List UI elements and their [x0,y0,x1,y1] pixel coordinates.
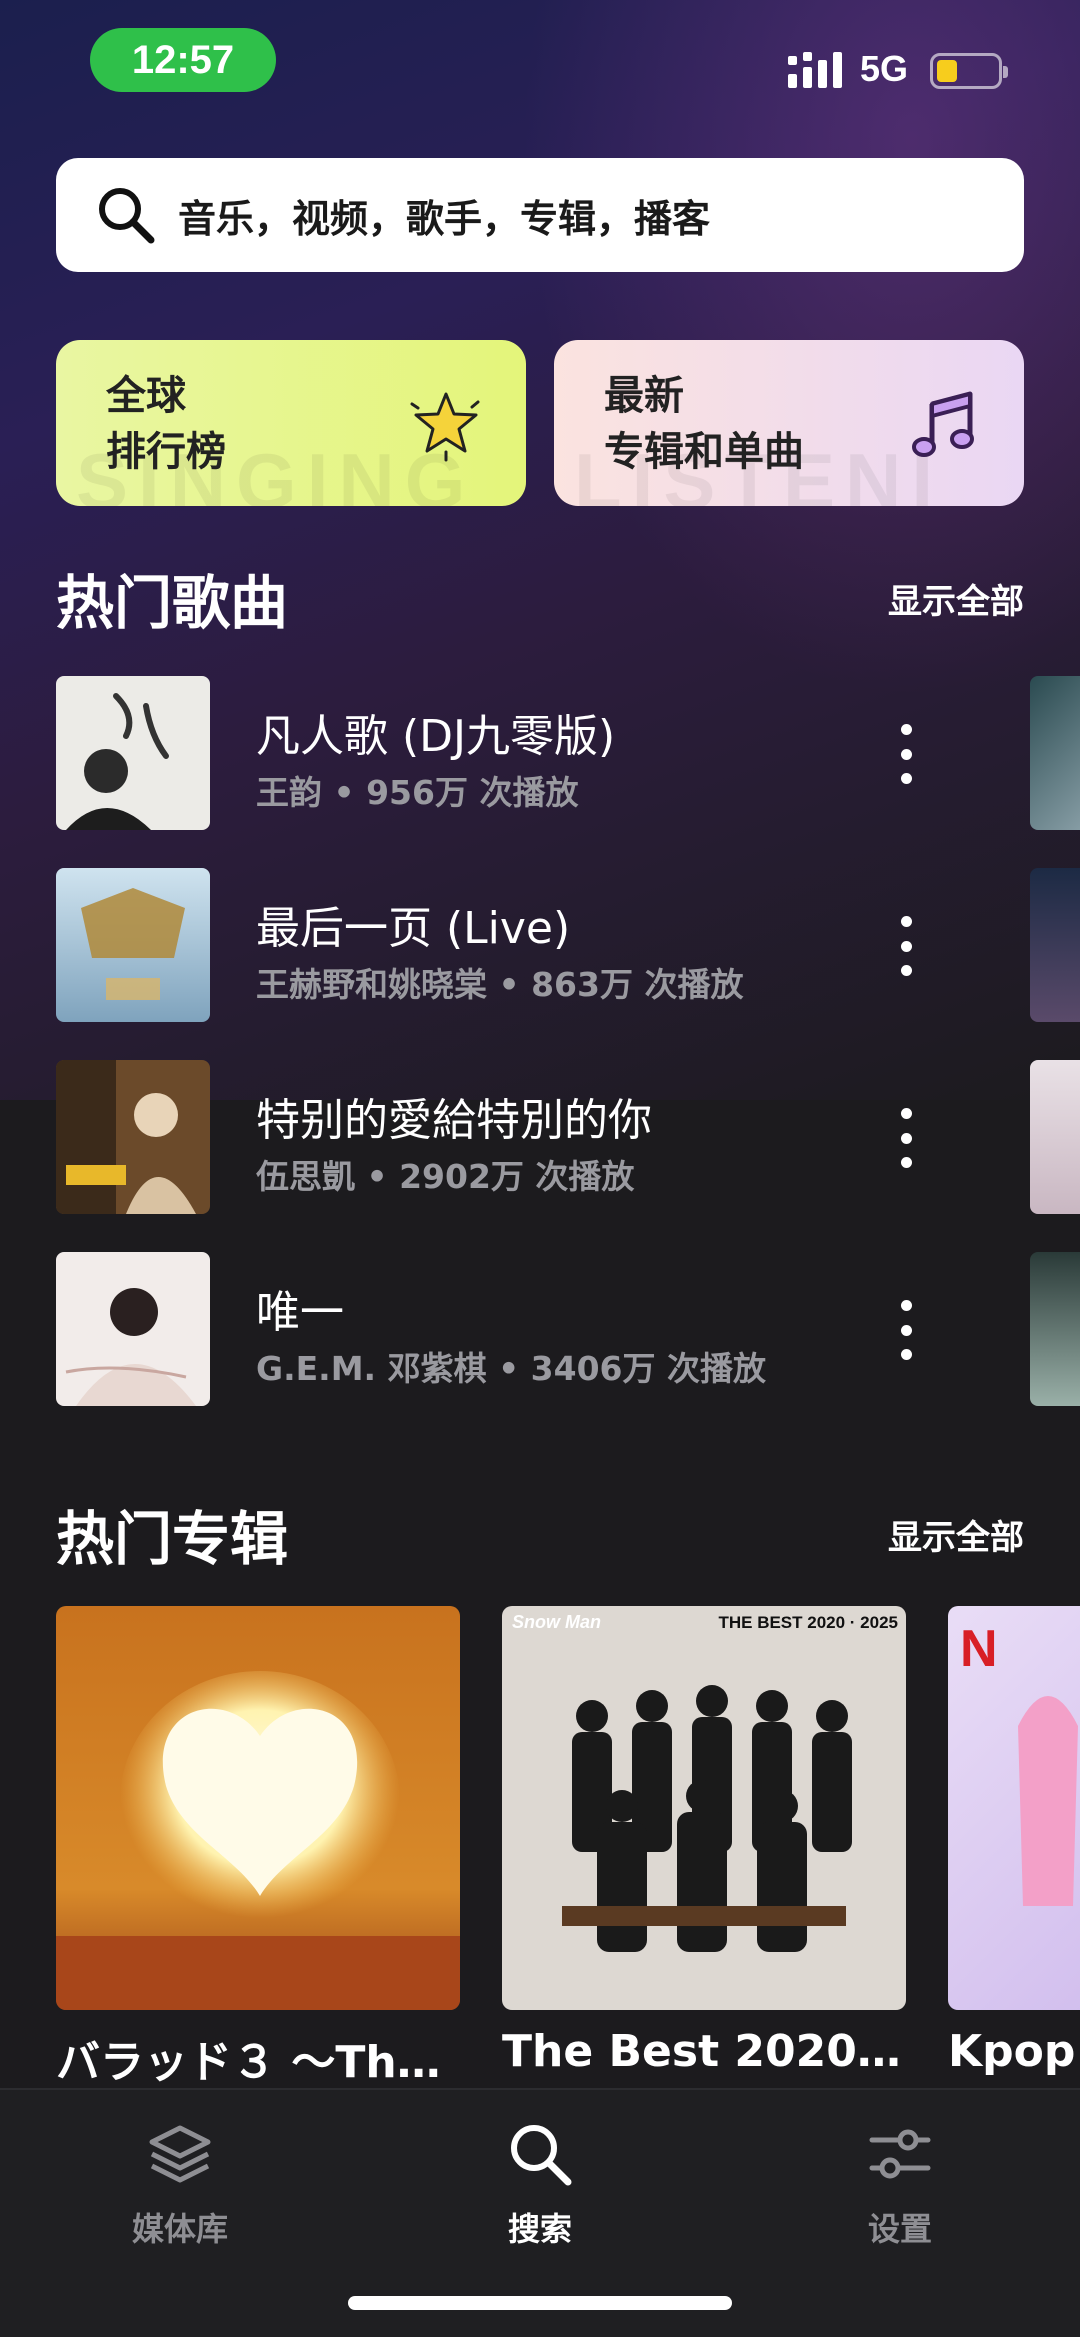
hot-songs-show-all-button[interactable]: 显示全部 [888,574,1024,623]
song-cover [56,868,210,1022]
song-row[interactable]: 唯一 G.E.M. 邓紫棋 • 3406万 次播放 [56,1252,1080,1408]
search-icon [99,188,155,244]
card-title-line1: 全球 [106,373,186,419]
home-indicator[interactable] [348,2296,732,2310]
album-cover [56,1606,460,2010]
album-cover: Snow Man THE BEST 2020 · 2025 [502,1606,906,2010]
sliders-icon [869,2129,931,2179]
card-title-line2: 专辑和单曲 [604,429,804,475]
song-cover-peek [1030,1252,1080,1406]
song-title: 凡人歌 (DJ九零版) [256,711,616,762]
music-note-icon [912,391,974,457]
card-title-line1: 最新 [604,373,684,419]
star-icon [410,392,480,462]
netflix-logo-icon: N [960,1620,998,1678]
song-cover [56,676,210,830]
album-card[interactable]: N Kpop D [948,1606,1080,2077]
album-cover-text: THE BEST 2020 · 2025 [718,1613,898,1632]
song-meta: 王韵 • 956万 次播放 [256,773,579,812]
album-cover: N [948,1606,1080,2010]
song-title: 最后一页 (Live) [256,903,571,954]
signal-icon [788,52,842,88]
tab-label: 搜索 [507,2210,572,2248]
more-options-icon[interactable] [876,908,936,984]
album-cover-brand: Snow Man [512,1612,601,1632]
song-row[interactable]: 特别的愛給特別的你 伍思凱 • 2902万 次播放 [56,1060,1080,1216]
tab-search[interactable]: 搜索 [440,2118,640,2250]
card-title-line2: 排行榜 [106,429,226,475]
global-charts-card[interactable]: SINGING 全球 排行榜 [56,340,526,506]
tab-label: 设置 [867,2210,932,2248]
search-icon [511,2125,572,2186]
hot-albums-title: 热门专辑 [56,1505,289,1573]
tab-settings[interactable]: 设置 [800,2118,1000,2250]
layers-icon [149,2125,211,2183]
battery-level [937,60,958,82]
album-title: The Best 2020 -... [502,2026,906,2077]
song-cover-peek [1030,676,1080,830]
song-row[interactable]: 凡人歌 (DJ九零版) 王韵 • 956万 次播放 [56,676,1080,832]
song-meta: 王赫野和姚晓棠 • 863万 次播放 [256,965,744,1004]
hot-albums-show-all-button[interactable]: 显示全部 [888,1510,1024,1559]
network-type: 5G [860,48,909,89]
tab-label: 媒体库 [131,2210,228,2248]
album-title: Kpop D [948,2026,1080,2077]
album-card[interactable]: Snow Man THE BEST 2020 · 2025 The Best 2… [502,1606,906,2077]
song-row[interactable]: 最后一页 (Live) 王赫野和姚晓棠 • 863万 次播放 [56,868,1080,1024]
song-meta: 伍思凱 • 2902万 次播放 [256,1157,635,1196]
song-cover-peek [1030,1060,1080,1214]
hot-songs-title: 热门歌曲 [56,569,289,637]
song-title: 唯一 [256,1287,344,1338]
battery-icon [930,53,1008,89]
search-input[interactable]: 音乐，视频，歌手，专辑，播客 [56,158,1024,272]
new-releases-card[interactable]: LISTENI 最新 专辑和单曲 [554,340,1024,506]
more-options-icon[interactable] [876,1100,936,1176]
song-cover [56,1252,210,1406]
song-cover-peek [1030,868,1080,1022]
search-placeholder: 音乐，视频，歌手，专辑，播客 [178,196,711,241]
more-options-icon[interactable] [876,1292,936,1368]
more-options-icon[interactable] [876,716,936,792]
album-title: バラッド３ ～The... [56,2037,460,2088]
tab-library[interactable]: 媒体库 [80,2118,280,2250]
song-meta: G.E.M. 邓紫棋 • 3406万 次播放 [256,1349,766,1388]
status-time: 12:57 [90,28,276,92]
song-cover [56,1060,210,1214]
album-card[interactable]: バラッド３ ～The... [56,1606,460,2090]
song-title: 特别的愛給特別的你 [256,1095,652,1146]
